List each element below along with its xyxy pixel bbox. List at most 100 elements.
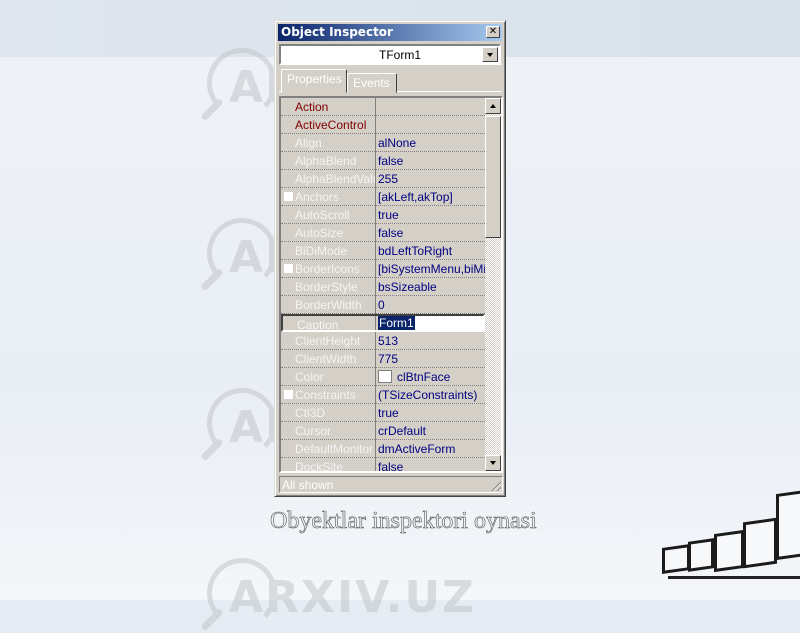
property-row[interactable]: Anchors [akLeft,akTop] (281, 188, 485, 206)
property-row[interactable]: AlphaBlendValue255 (281, 170, 485, 188)
property-row[interactable]: AutoScroll true (281, 206, 485, 224)
property-value-text: true (378, 406, 399, 420)
chevron-down-icon (487, 53, 493, 57)
property-value-text: false (378, 154, 404, 168)
selected-object: TForm1 (379, 48, 421, 62)
property-value[interactable]: [akLeft,akTop] (378, 190, 486, 204)
property-value-text: crDefault (378, 424, 427, 438)
monitor-icon (776, 489, 800, 561)
property-value[interactable]: false (378, 154, 486, 168)
property-row[interactable]: Cursor crDefault (281, 422, 485, 440)
property-row[interactable]: Color clBtnFace (281, 368, 485, 386)
property-name: Cursor (295, 424, 332, 438)
property-value-input[interactable]: Form1 (378, 316, 489, 330)
tab-events[interactable]: Events (347, 73, 397, 93)
property-value-text: false (378, 226, 404, 240)
property-value[interactable]: 0 (378, 298, 486, 312)
property-value[interactable]: [biSystemMenu,biMinimize,biMaximize] (378, 262, 486, 276)
property-value[interactable]: (TSizeConstraints) (378, 388, 486, 402)
property-value-text: 255 (378, 172, 399, 186)
property-value-text: false (378, 460, 404, 473)
property-row[interactable]: ClientWidth 775 (281, 350, 485, 368)
property-value[interactable]: alNone (378, 136, 486, 150)
property-value[interactable]: bsSizeable (378, 280, 486, 294)
close-icon: ✕ (488, 26, 498, 37)
property-row[interactable]: BorderWidth 0 (281, 296, 485, 314)
property-row[interactable]: DockSite false (281, 458, 486, 473)
resize-grip-icon[interactable] (489, 479, 501, 491)
monitor-icon (662, 544, 690, 574)
property-value[interactable]: dmActiveForm (378, 442, 486, 456)
property-row[interactable]: ClientHeight 513 (281, 332, 485, 350)
property-name: Action (295, 100, 329, 114)
property-name: AlphaBlend (295, 154, 357, 168)
object-selector-dropdown[interactable]: TForm1 (279, 44, 501, 65)
vertical-scrollbar[interactable] (485, 98, 501, 471)
property-row[interactable]: Ctl3D true (281, 404, 485, 422)
property-value[interactable]: 513 (378, 334, 486, 348)
property-name: BiDiMode (295, 244, 348, 258)
window-title: Object Inspector (281, 25, 393, 39)
property-value-text: bsSizeable (378, 280, 437, 294)
watermark-handle (200, 607, 224, 632)
arrow-down-icon (490, 461, 496, 465)
property-row[interactable]: ActiveControl (281, 116, 485, 134)
scroll-up-button[interactable] (485, 98, 501, 114)
property-value-text: alNone (378, 136, 417, 150)
property-grid: Action ActiveControl Align alNone AlphaBlend… (279, 96, 503, 473)
property-row[interactable]: BiDiMode bdLeftToRight (281, 242, 485, 260)
property-name: BorderIcons (295, 262, 360, 276)
property-value[interactable]: clBtnFace (378, 370, 486, 384)
property-value[interactable]: true (378, 406, 486, 420)
property-value-text: 0 (378, 298, 385, 312)
property-name: ClientHeight (295, 334, 361, 348)
property-row[interactable]: Align alNone (281, 134, 485, 152)
property-value-text: Form1 (378, 316, 415, 330)
property-name: Ctl3D (295, 406, 326, 420)
scroll-thumb[interactable] (485, 116, 501, 238)
tab-properties[interactable]: Properties (281, 69, 347, 93)
status-text: All shown (282, 478, 334, 492)
property-name: Color (295, 370, 324, 384)
property-value-text: [biSystemMenu,biMinimize,biMaximize] (378, 262, 486, 276)
property-value[interactable]: 255 (378, 172, 486, 186)
property-name: Caption (297, 318, 339, 332)
title-bar[interactable]: Object Inspector ✕ (278, 24, 502, 41)
property-row[interactable]: Constraints (TSizeConstraints) (281, 386, 485, 404)
monitors-illustration (640, 480, 800, 600)
property-value[interactable]: false (378, 226, 486, 240)
property-value[interactable]: crDefault (378, 424, 486, 438)
property-name: AutoScroll (295, 208, 350, 222)
property-value[interactable]: true (378, 208, 486, 222)
property-row[interactable]: Action (281, 98, 485, 116)
monitor-icon (743, 517, 777, 569)
property-value[interactable]: bdLeftToRight (378, 244, 486, 258)
property-row[interactable]: Caption Form1 (281, 314, 489, 332)
property-value[interactable]: false (378, 460, 486, 473)
property-name: Anchors (295, 190, 340, 204)
property-name: ClientWidth (295, 352, 357, 366)
property-value-text: bdLeftToRight (378, 244, 453, 258)
monitor-icon (714, 529, 744, 573)
property-row[interactable]: AlphaBlend false (281, 152, 485, 170)
property-name: BorderStyle (295, 280, 358, 294)
monitor-desk (668, 576, 800, 579)
property-name: DefaultMonitor (295, 442, 374, 456)
object-inspector-window: Object Inspector ✕ TForm1 Properties Eve… (274, 20, 506, 497)
arrow-up-icon (490, 104, 496, 108)
dropdown-button[interactable] (482, 47, 498, 62)
scroll-down-button[interactable] (485, 455, 501, 471)
property-row[interactable]: DefaultMonitor dmActiveForm (281, 440, 485, 458)
property-row[interactable]: AutoSize false (281, 224, 485, 242)
property-value-text: dmActiveForm (378, 442, 456, 456)
close-button[interactable]: ✕ (486, 26, 500, 38)
property-row[interactable]: BorderIcons [biSystemMenu,biMinimize,biMa… (281, 260, 486, 278)
property-row[interactable]: BorderStyle bsSizeable (281, 278, 485, 296)
property-name: Constraints (295, 388, 356, 402)
property-value-text: true (378, 208, 399, 222)
property-value[interactable]: 775 (378, 352, 486, 366)
property-value-text: 775 (378, 352, 399, 366)
property-value-text: 513 (378, 334, 399, 348)
property-value-text: clBtnFace (397, 370, 451, 384)
monitor-icon (688, 538, 714, 572)
